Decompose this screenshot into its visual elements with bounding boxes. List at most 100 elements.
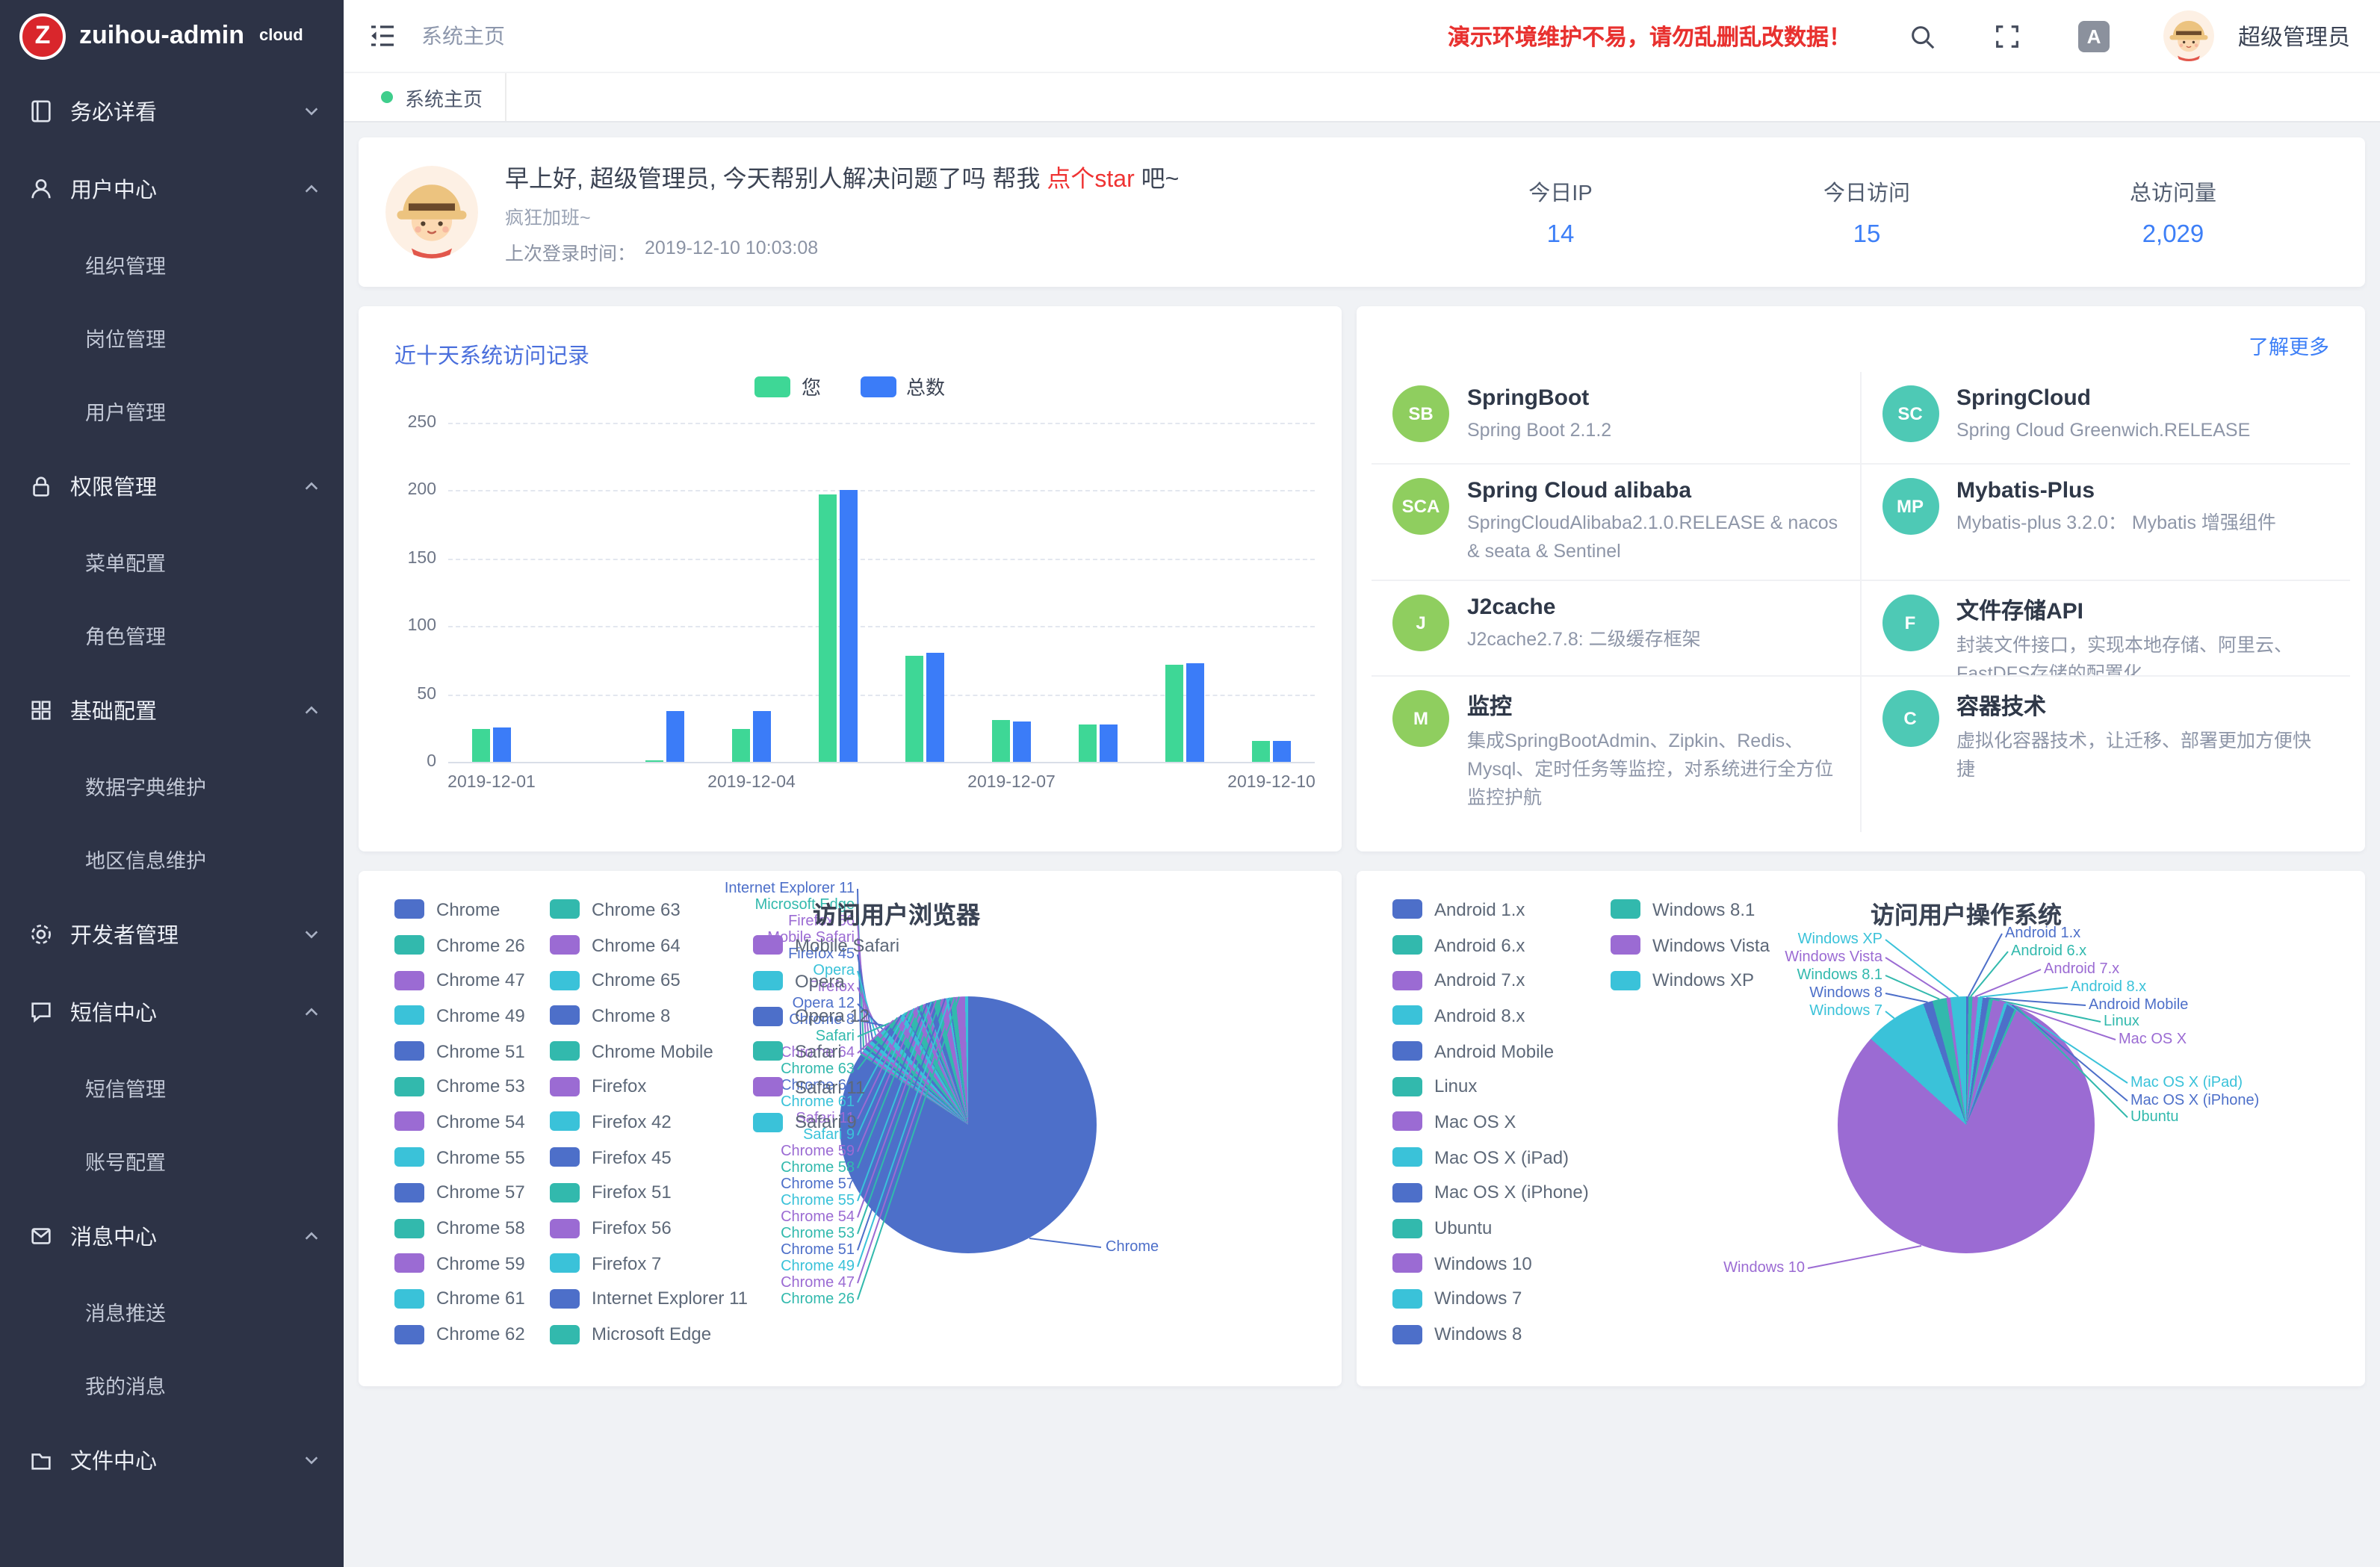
legend-item[interactable]: Firefox 7 bbox=[550, 1246, 748, 1281]
legend-item[interactable]: Safari 11 bbox=[753, 1070, 899, 1105]
legend-item[interactable]: Firefox bbox=[550, 1069, 748, 1104]
legend-item[interactable]: Android 6.x bbox=[1392, 927, 1589, 962]
username[interactable]: 超级管理员 bbox=[2238, 20, 2350, 52]
legend-item[interactable]: Chrome 51 bbox=[394, 1034, 525, 1069]
sidebar-item-developer-mgmt[interactable]: 开发者管理 bbox=[0, 895, 344, 972]
legend-item[interactable]: Firefox 56 bbox=[550, 1210, 748, 1245]
search-icon[interactable] bbox=[1908, 22, 1936, 50]
message-icon bbox=[28, 1223, 54, 1248]
legend-item[interactable]: Chrome 26 bbox=[394, 927, 525, 962]
legend-item[interactable]: Chrome 58 bbox=[394, 1210, 525, 1245]
legend-item[interactable]: Windows 7 bbox=[1392, 1281, 1589, 1316]
legend-item[interactable]: Mobile Safari bbox=[753, 928, 899, 963]
legend-item[interactable]: Chrome 54 bbox=[394, 1104, 525, 1139]
legend-label: Firefox 45 bbox=[592, 1146, 672, 1167]
legend-item[interactable]: Chrome 65 bbox=[550, 963, 748, 998]
tech-avatar: SCA bbox=[1392, 478, 1449, 535]
legend-item[interactable]: Chrome 62 bbox=[394, 1317, 525, 1352]
legend-item[interactable]: Windows XP bbox=[1611, 963, 1770, 998]
sidebar-item-must-read[interactable]: 务必详看 bbox=[0, 72, 344, 149]
legend-item[interactable]: Windows Vista bbox=[1611, 927, 1770, 962]
legend-item[interactable]: Android 8.x bbox=[1392, 998, 1589, 1033]
sidebar-subitem-area-maintain[interactable]: 地区信息维护 bbox=[0, 822, 344, 895]
sidebar-item-file-center[interactable]: 文件中心 bbox=[0, 1421, 344, 1498]
legend-item[interactable]: Opera bbox=[753, 963, 899, 998]
legend-item[interactable]: Ubuntu bbox=[1392, 1210, 1589, 1245]
legend-item[interactable]: Android 1.x bbox=[1392, 892, 1589, 927]
legend-item[interactable]: Chrome 47 bbox=[394, 963, 525, 998]
legend-swatch bbox=[550, 1183, 580, 1203]
tech-item-springboot: SBSpringBootSpring Boot 2.1.2 bbox=[1372, 372, 1861, 465]
stat-value[interactable]: 2,029 bbox=[2020, 220, 2326, 249]
legend-item[interactable]: Firefox 45 bbox=[550, 1140, 748, 1175]
font-size-icon[interactable] bbox=[2078, 20, 2110, 52]
y-tick-label: 250 bbox=[382, 414, 436, 432]
sidebar: Z zuihou-admin cloud 务必详看用户中心组织管理岗位管理用户管… bbox=[0, 0, 344, 1567]
legend-item[interactable]: Firefox 51 bbox=[550, 1175, 748, 1210]
sidebar-item-basic-config[interactable]: 基础配置 bbox=[0, 671, 344, 748]
legend-item[interactable]: Firefox 42 bbox=[550, 1104, 748, 1139]
legend-item[interactable]: Mac OS X (iPhone) bbox=[1392, 1175, 1589, 1210]
sidebar-subitem-my-messages[interactable]: 我的消息 bbox=[0, 1347, 344, 1421]
legend-item[interactable]: Chrome 59 bbox=[394, 1246, 525, 1281]
legend-item[interactable]: Opera 12 bbox=[753, 999, 899, 1034]
legend-item-you[interactable]: 您 bbox=[755, 372, 821, 400]
legend-item[interactable]: Windows 8.1 bbox=[1611, 892, 1770, 927]
sidebar-item-permission-mgmt[interactable]: 权限管理 bbox=[0, 447, 344, 524]
legend-item[interactable]: Internet Explorer 11 bbox=[550, 1281, 748, 1316]
legend-item[interactable]: Chrome 61 bbox=[394, 1281, 525, 1316]
legend-item-total[interactable]: 总数 bbox=[860, 372, 945, 400]
chevron-up-icon bbox=[303, 477, 320, 494]
sidebar-subitem-message-push[interactable]: 消息推送 bbox=[0, 1274, 344, 1347]
legend-item[interactable]: Windows 10 bbox=[1392, 1246, 1589, 1281]
legend-item[interactable]: Chrome 64 bbox=[550, 927, 748, 962]
legend-item[interactable]: Chrome bbox=[394, 892, 525, 927]
legend-item[interactable]: Chrome 55 bbox=[394, 1140, 525, 1175]
sidebar-item-label: 用户中心 bbox=[70, 173, 157, 204]
stat-value[interactable]: 14 bbox=[1407, 220, 1714, 249]
legend-item[interactable]: Android 7.x bbox=[1392, 963, 1589, 998]
sidebar-subitem-role-mgmt[interactable]: 角色管理 bbox=[0, 598, 344, 671]
legend-item[interactable]: Chrome 63 bbox=[550, 892, 748, 927]
sidebar-item-label: 开发者管理 bbox=[70, 918, 179, 949]
sidebar-item-sms-center[interactable]: 短信中心 bbox=[0, 972, 344, 1050]
legend-item[interactable]: Chrome 8 bbox=[550, 998, 748, 1033]
legend-item[interactable]: Safari 9 bbox=[753, 1105, 899, 1140]
legend-item[interactable]: Chrome 57 bbox=[394, 1175, 525, 1210]
learn-more-link[interactable]: 了解更多 bbox=[2249, 330, 2329, 360]
legend-item[interactable]: Mac OS X (iPad) bbox=[1392, 1140, 1589, 1175]
fullscreen-icon[interactable] bbox=[1993, 22, 2021, 50]
legend-item[interactable]: Windows 8 bbox=[1392, 1317, 1589, 1352]
legend-item[interactable]: Chrome 53 bbox=[394, 1069, 525, 1104]
sidebar-subitem-post-mgmt[interactable]: 岗位管理 bbox=[0, 300, 344, 373]
sidebar-item-message-center[interactable]: 消息中心 bbox=[0, 1197, 344, 1274]
legend-item[interactable]: Microsoft Edge bbox=[550, 1317, 748, 1352]
star-link[interactable]: 点个star bbox=[1047, 167, 1134, 193]
bar-you bbox=[1165, 664, 1183, 762]
stat-value[interactable]: 15 bbox=[1714, 220, 2020, 249]
tab-home[interactable]: 系统主页 bbox=[359, 73, 506, 121]
gear-icon bbox=[28, 921, 54, 946]
legend-swatch bbox=[1392, 1041, 1422, 1061]
logo[interactable]: Z zuihou-admin cloud bbox=[0, 0, 344, 72]
sidebar-subitem-user-mgmt[interactable]: 用户管理 bbox=[0, 373, 344, 447]
legend-label: Opera 12 bbox=[795, 1005, 870, 1026]
tech-item-spring-cloud-alibaba: SCASpring Cloud alibabaSpringCloudAlibab… bbox=[1372, 465, 1861, 581]
legend-item[interactable]: Chrome 49 bbox=[394, 998, 525, 1033]
legend-item[interactable]: Mac OS X bbox=[1392, 1104, 1589, 1139]
sidebar-item-user-center[interactable]: 用户中心 bbox=[0, 149, 344, 227]
callout-line bbox=[1885, 1011, 1894, 1018]
sidebar-collapse-icon[interactable] bbox=[368, 21, 397, 51]
sidebar-subitem-dict-maintain[interactable]: 数据字典维护 bbox=[0, 748, 344, 822]
legend-item[interactable]: Safari bbox=[753, 1034, 899, 1069]
avatar[interactable] bbox=[2163, 10, 2214, 61]
tech-desc: 虚拟化容器技术，让迁移、部署更加方便快捷 bbox=[1956, 727, 2329, 784]
sidebar-subitem-account-config[interactable]: 账号配置 bbox=[0, 1123, 344, 1197]
legend-item[interactable]: Linux bbox=[1392, 1069, 1589, 1104]
legend-item[interactable]: Chrome Mobile bbox=[550, 1034, 748, 1069]
sidebar-subitem-menu-config[interactable]: 菜单配置 bbox=[0, 524, 344, 598]
os-pie[interactable] bbox=[1838, 996, 2095, 1253]
sidebar-subitem-org-mgmt[interactable]: 组织管理 bbox=[0, 227, 344, 300]
sidebar-subitem-sms-mgmt[interactable]: 短信管理 bbox=[0, 1050, 344, 1123]
legend-item[interactable]: Android Mobile bbox=[1392, 1034, 1589, 1069]
